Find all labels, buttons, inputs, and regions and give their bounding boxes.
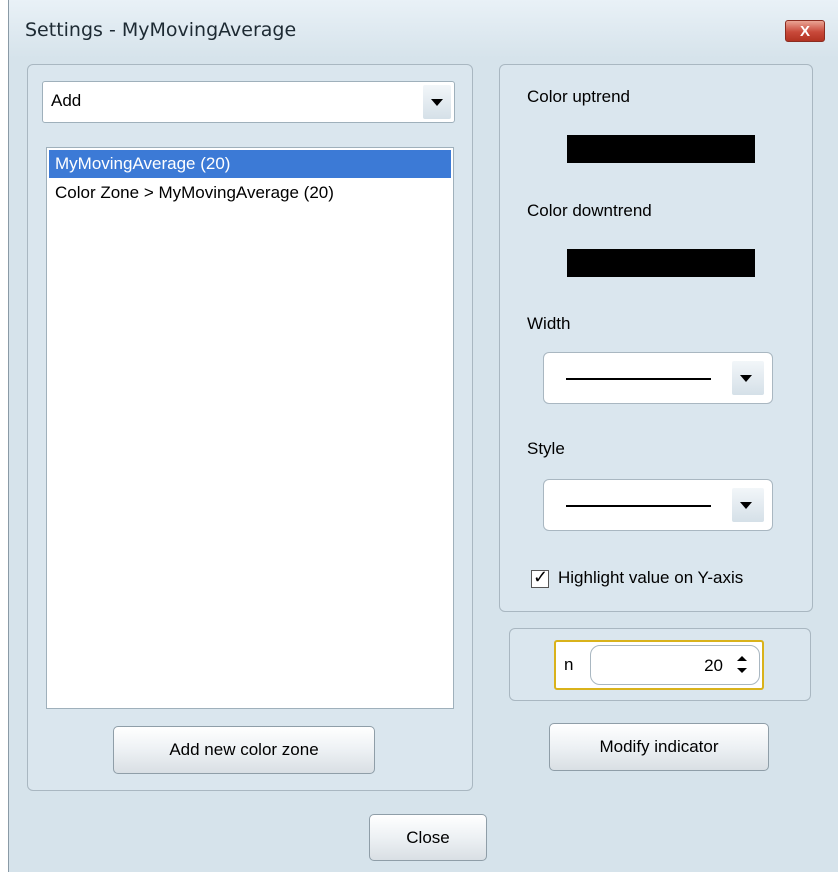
chevron-down-icon[interactable] [732,361,764,395]
close-button[interactable]: Close [369,814,487,861]
check-icon: ✓ [533,567,549,587]
spin-arrows-icon[interactable] [733,654,751,676]
close-icon: X [799,23,810,40]
window-close-button[interactable]: X [785,20,825,42]
highlight-checkbox[interactable]: ✓ [531,567,549,588]
line-preview [566,505,711,507]
style-label: Style [527,439,565,458]
n-label: n [564,655,574,674]
line-preview [566,378,711,380]
style-combo[interactable] [543,479,773,531]
add-combo-value: Add [51,91,82,110]
title-bar: Settings - MyMovingAverage X [9,0,838,58]
color-downtrend-label: Color downtrend [527,201,652,220]
list-item[interactable]: Color Zone > MyMovingAverage (20) [49,179,334,207]
width-combo[interactable] [543,352,773,404]
chevron-down-icon[interactable] [423,85,451,119]
n-value: 20 [704,656,723,675]
modify-indicator-button[interactable]: Modify indicator [549,723,769,771]
color-uptrend-label: Color uptrend [527,87,631,106]
add-combo[interactable]: Add [42,81,455,123]
n-input[interactable]: 20 [590,645,760,685]
chevron-down-icon[interactable] [732,488,764,522]
list-item[interactable]: MyMovingAverage (20) [49,150,451,178]
width-label: Width [527,314,571,333]
color-uptrend-swatch[interactable] [567,135,755,163]
n-spinner[interactable]: n 20 [554,640,764,690]
settings-dialog: Settings - MyMovingAverage X Add MyMovin… [8,0,838,872]
window-title: Settings - MyMovingAverage [25,19,297,41]
color-downtrend-swatch[interactable] [567,249,755,277]
highlight-label: Highlight value on Y-axis [558,568,744,587]
spin-down-icon[interactable] [737,668,747,673]
indicator-list[interactable]: MyMovingAverage (20) Color Zone > MyMovi… [46,147,454,709]
add-color-zone-button[interactable]: Add new color zone [113,726,375,774]
spin-up-icon[interactable] [737,656,747,661]
